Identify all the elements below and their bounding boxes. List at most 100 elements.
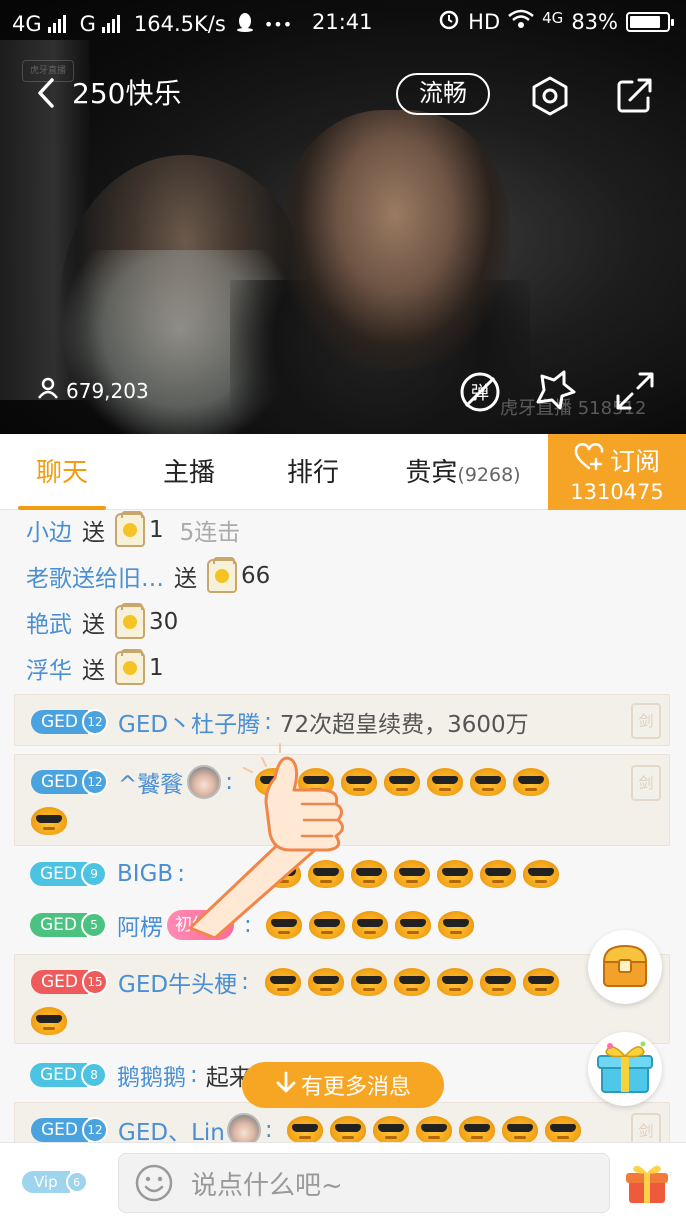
gift-bag-icon <box>115 649 145 685</box>
tab-ranking[interactable]: 排行 <box>270 434 356 510</box>
alarm-icon <box>438 8 460 35</box>
sunglasses-emote-icon <box>384 768 421 796</box>
share-icon[interactable] <box>612 74 656 118</box>
fan-badge-level: 12 <box>82 709 109 735</box>
gift-bag-icon <box>115 511 145 547</box>
chat-username[interactable]: 阿楞 <box>117 908 163 942</box>
tab-chat-label: 聊天 <box>35 458 88 488</box>
gift-count: 1 <box>149 517 164 543</box>
chat-message-line: GED 15 GED牛头梗 : <box>31 965 566 999</box>
chat-colon: : <box>241 969 249 995</box>
gift-sender[interactable]: 浮华 <box>26 651 72 685</box>
fan-badge-label: GED <box>30 862 88 886</box>
gift-count: 66 <box>241 563 271 589</box>
gift-count: 30 <box>149 609 179 635</box>
sword-icon: 剑 <box>631 1113 661 1142</box>
battery-icon <box>626 11 674 32</box>
chat-message-line: GED 12 GED、Lin : <box>31 1113 588 1142</box>
gift-verb: 送 <box>82 658 105 684</box>
star-icon[interactable] <box>532 368 576 412</box>
viewer-count: 679,203 <box>36 376 149 405</box>
gift-sender[interactable]: 小边 <box>26 513 72 547</box>
network-label-2: G <box>79 12 96 36</box>
room-title: 250快乐 <box>72 77 182 110</box>
emote-row <box>31 1007 74 1039</box>
fan-badge: GED 5 <box>30 912 108 938</box>
fan-badge-level: 12 <box>82 769 109 795</box>
fan-badge: GED 12 <box>31 709 109 735</box>
tab-host[interactable]: 主播 <box>146 434 232 510</box>
fan-badge: GED 8 <box>30 1062 108 1088</box>
subscribe-label: 订阅 <box>609 447 660 476</box>
sunglasses-emote-icon <box>31 1007 67 1035</box>
net-type-label: 4G <box>542 8 564 27</box>
chat-input[interactable]: 说点什么吧~ <box>118 1153 610 1213</box>
gift-sender[interactable]: 艳武 <box>26 605 72 639</box>
fan-badge-level: 8 <box>81 1062 108 1088</box>
treasure-chest-button[interactable] <box>588 930 662 1004</box>
video-top-bar: 250快乐 流畅 <box>0 64 686 126</box>
smiley-icon[interactable] <box>133 1162 175 1204</box>
fan-badge: GED 12 <box>31 769 109 795</box>
signal-icon <box>47 15 66 33</box>
chat-username[interactable]: BIGB <box>117 861 173 887</box>
back-icon[interactable] <box>30 76 64 110</box>
gift-sender[interactable]: 老歌送给旧… <box>26 559 164 593</box>
chat-message-highlight: GED 12 GED、Lin : 剑 <box>14 1102 670 1142</box>
sunglasses-emote-icon <box>393 860 430 888</box>
gift-box-icon <box>597 1041 653 1093</box>
sunglasses-emote-icon <box>427 768 464 796</box>
gift-combo: 5连击 <box>179 520 241 546</box>
settings-icon[interactable] <box>528 74 572 118</box>
viewer-count-value: 679,203 <box>66 378 149 403</box>
gift-count: 1 <box>149 655 164 681</box>
subscribe-count: 1310475 <box>570 480 664 504</box>
vip-level: 6 <box>65 1171 88 1193</box>
wifi-icon <box>508 9 534 34</box>
sunglasses-emote-icon <box>394 911 431 939</box>
quality-button[interactable]: 流畅 <box>396 73 490 115</box>
gift-message: 老歌送给旧… 送 66 <box>26 556 270 596</box>
fan-badge: GED 12 <box>31 1117 109 1142</box>
fan-badge-label: GED <box>30 1063 88 1087</box>
danmu-toggle-icon[interactable]: 弹 <box>458 370 502 414</box>
sunglasses-emote-icon <box>437 911 474 939</box>
video-player[interactable]: 虎牙直播 虎牙直播 518512 4G G 164.5K/s ••• 21:41… <box>0 0 686 434</box>
signal-icon-2 <box>101 15 120 33</box>
battery-percent: 83% <box>571 9 618 34</box>
gift-message: 艳武 送 30 <box>26 602 178 642</box>
sunglasses-emote-icon <box>350 968 387 996</box>
subscribe-button[interactable]: 订阅 1310475 <box>548 434 686 510</box>
fullscreen-icon[interactable] <box>614 370 656 412</box>
sunglasses-emote-icon <box>264 968 301 996</box>
vip-button[interactable]: Vip 6 <box>22 1171 88 1193</box>
sunglasses-emote-icon <box>329 1116 366 1142</box>
tab-vip-guests[interactable]: 贵宾(9268) <box>400 434 526 510</box>
fan-badge-label: GED <box>31 970 89 994</box>
status-bar: 4G G 164.5K/s ••• 21:41 HD 4G 83% <box>0 0 686 48</box>
gift-bag-icon <box>115 603 145 639</box>
tab-vip-guests-count: (9268) <box>457 464 521 486</box>
person-icon <box>36 376 60 405</box>
gift-icon[interactable] <box>624 1161 670 1207</box>
sunglasses-emote-icon <box>436 968 473 996</box>
chat-colon: : <box>264 709 272 735</box>
more-messages-button[interactable]: 有更多消息 <box>242 1062 444 1108</box>
emote-row <box>264 968 566 996</box>
chat-username[interactable]: GED牛头梗 <box>118 965 237 999</box>
chat-username[interactable]: GED丶杜子腾 <box>118 705 260 739</box>
chat-username[interactable]: 鹅鹅鹅 <box>117 1058 186 1092</box>
sunglasses-emote-icon <box>501 1116 538 1142</box>
tab-chat[interactable]: 聊天 <box>18 434 106 510</box>
network-label: 4G <box>12 12 42 36</box>
sword-icon: 剑 <box>631 765 661 801</box>
chat-username[interactable]: GED、Lin <box>118 1113 225 1142</box>
more-dots: ••• <box>263 14 293 34</box>
arrow-down-icon <box>275 1070 297 1100</box>
treasure-chest-icon <box>602 944 648 987</box>
user-avatar <box>226 1113 261 1142</box>
sword-icon: 剑 <box>631 703 661 739</box>
gift-box-button[interactable] <box>588 1032 662 1106</box>
more-messages-label: 有更多消息 <box>300 1075 411 1100</box>
hd-label: HD <box>468 9 501 34</box>
